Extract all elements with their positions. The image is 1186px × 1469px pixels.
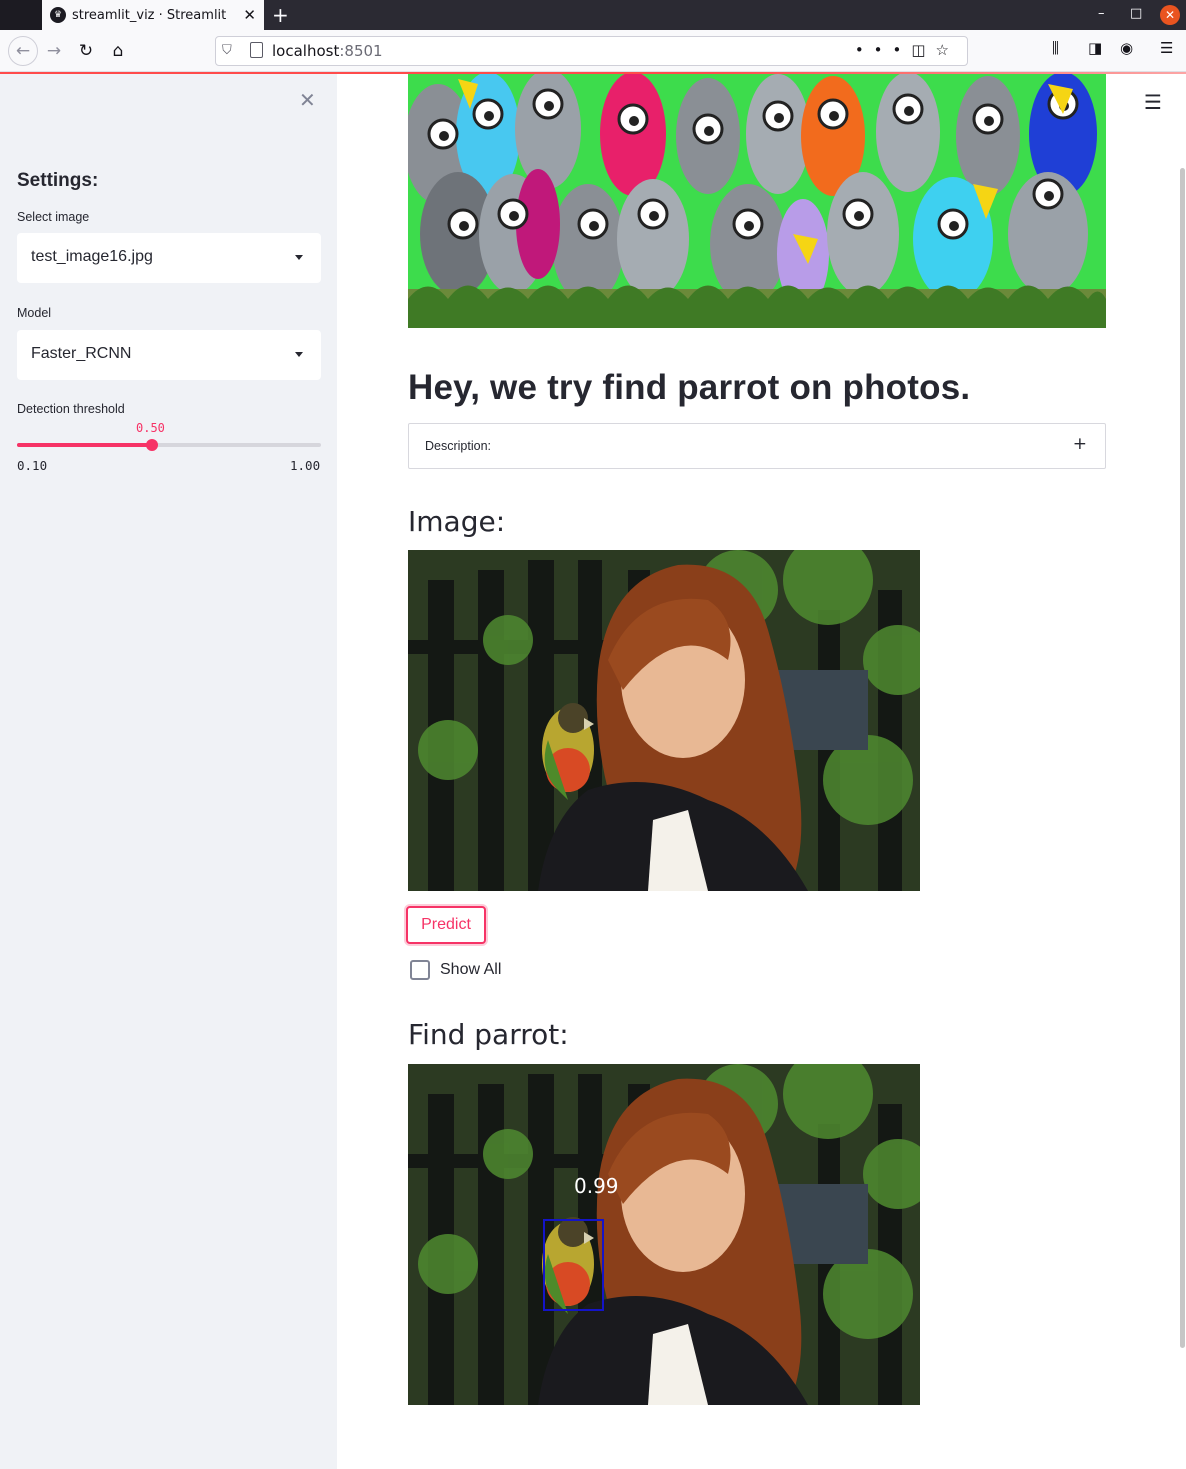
result-heading: Find parrot: <box>408 1018 569 1051</box>
caret-down-icon <box>295 255 303 260</box>
page-scrollbar[interactable] <box>1180 168 1185 1348</box>
titlebar-strip <box>0 0 42 30</box>
page-actions-icon[interactable]: ••• <box>855 41 912 59</box>
pocket-icon[interactable]: ◫ <box>911 41 935 59</box>
browser-tab[interactable]: ♛ streamlit_viz · Streamlit ✕ <box>42 0 264 30</box>
model-value: Faster_RCNN <box>31 345 132 362</box>
streamlit-favicon-icon: ♛ <box>50 7 66 23</box>
library-icon[interactable]: ⫼ <box>1052 39 1059 57</box>
threshold-min: 0.10 <box>17 458 48 473</box>
hamburger-menu-icon[interactable]: ☰ <box>1144 90 1162 114</box>
maximize-window-button[interactable]: □ <box>1130 6 1142 21</box>
app-menu-icon[interactable]: ☰ <box>1160 39 1173 57</box>
sidebar-toggle-icon[interactable]: ◨ <box>1088 39 1102 57</box>
image-heading: Image: <box>408 505 506 538</box>
select-image-dropdown[interactable]: test_image16.jpg <box>17 233 321 283</box>
select-image-value: test_image16.jpg <box>31 248 153 265</box>
page-info-icon[interactable] <box>250 42 263 58</box>
predict-button[interactable]: Predict <box>406 906 486 944</box>
browser-titlebar: ♛ streamlit_viz · Streamlit ✕ + – □ ✕ <box>0 0 1186 30</box>
account-icon[interactable]: ◉ <box>1120 39 1133 57</box>
description-expander-label: Description: <box>425 439 491 453</box>
show-all-checkbox[interactable] <box>410 960 430 980</box>
description-expander[interactable]: Description: + <box>408 423 1106 469</box>
threshold-slider-thumb[interactable] <box>146 439 159 451</box>
reload-icon[interactable]: ↻ <box>74 39 98 63</box>
home-icon[interactable]: ⌂ <box>106 39 130 63</box>
sidebar: ✕ Settings: Select image test_image16.jp… <box>0 74 337 1469</box>
parrot-detection-box <box>543 1219 604 1311</box>
tab-close-icon[interactable]: ✕ <box>243 6 256 24</box>
bookmark-star-icon[interactable]: ☆ <box>936 41 959 59</box>
tab-title: streamlit_viz · Streamlit <box>72 7 227 23</box>
threshold-max: 1.00 <box>290 458 321 473</box>
close-window-button[interactable]: ✕ <box>1160 5 1180 25</box>
threshold-value: 0.50 <box>136 421 165 435</box>
tracking-shield-icon[interactable]: ⛉ <box>222 43 232 58</box>
select-image-label: Select image <box>17 210 90 224</box>
threshold-slider[interactable] <box>17 439 321 451</box>
show-all-label: Show All <box>440 961 502 978</box>
page-title: Hey, we try find parrot on photos. <box>408 368 971 407</box>
expand-plus-icon[interactable]: + <box>1073 434 1087 454</box>
caret-down-icon <box>295 352 303 357</box>
show-all-checkbox-row[interactable]: Show All <box>410 960 501 980</box>
url-actions: •••◫☆ <box>855 41 959 59</box>
result-photo-image: 0.99 <box>408 1064 920 1405</box>
url-port: :8501 <box>339 42 383 60</box>
new-tab-button[interactable]: + <box>272 3 289 27</box>
minimize-window-button[interactable]: – <box>1098 6 1105 21</box>
forward-arrow-icon[interactable]: → <box>42 39 66 63</box>
detection-score-label: 0.99 <box>574 1174 619 1198</box>
threshold-slider-fill <box>17 443 153 447</box>
parrot-mural-banner-image <box>408 74 1106 328</box>
url-text: localhost:8501 <box>272 42 383 60</box>
url-bar[interactable]: ⛉ localhost:8501 •••◫☆ <box>215 36 968 66</box>
model-dropdown[interactable]: Faster_RCNN <box>17 330 321 380</box>
input-photo-image <box>408 550 920 891</box>
url-host: localhost <box>272 42 340 60</box>
model-label: Model <box>17 306 52 320</box>
sidebar-close-icon[interactable]: ✕ <box>299 88 316 112</box>
back-arrow-icon[interactable]: ← <box>8 36 38 66</box>
browser-navbar: ← → ↻ ⌂ ⛉ localhost:8501 •••◫☆ ⫼ ◨ ◉ ☰ <box>0 30 1186 72</box>
sidebar-heading: Settings: <box>17 170 99 191</box>
threshold-label: Detection threshold <box>17 402 125 416</box>
